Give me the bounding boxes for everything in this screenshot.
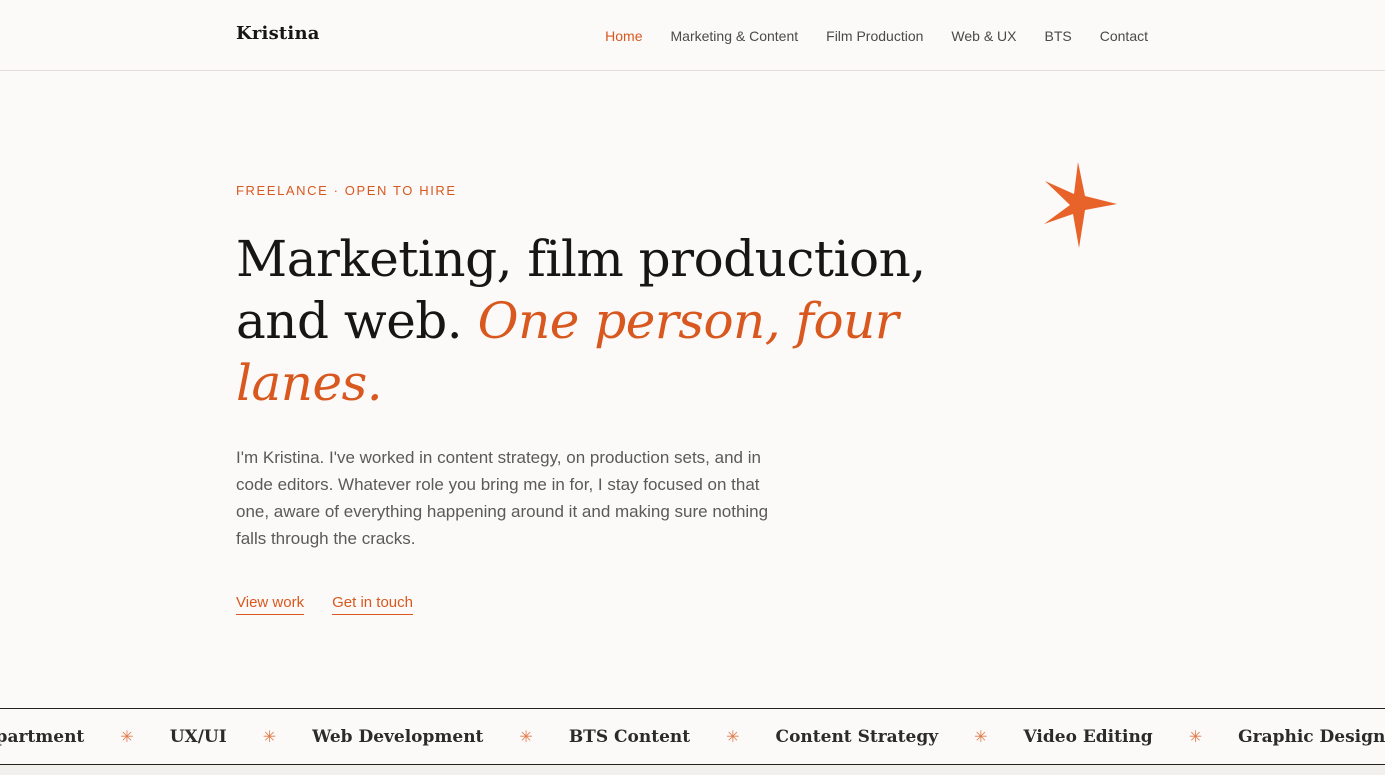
view-work-link[interactable]: View work [236, 594, 305, 615]
footer-strip [0, 765, 1385, 775]
asterisk-icon: ✳ [974, 728, 988, 746]
marquee-item-video-editing: Video Editing [1023, 726, 1153, 747]
hero-eyebrow: FREELANCE · OPEN TO HIRE [236, 183, 457, 198]
hero-headline: Marketing, film production, and web. One… [236, 228, 956, 414]
nav-item-marketing-content[interactable]: Marketing & Content [671, 27, 799, 45]
asterisk-icon: ✳ [120, 728, 134, 746]
main-nav: Home Marketing & Content Film Production… [605, 27, 1148, 45]
marquee-item-bts-content: BTS Content [568, 726, 691, 747]
nav-item-bts[interactable]: BTS [1045, 27, 1072, 45]
nav-item-contact[interactable]: Contact [1100, 27, 1148, 45]
marquee-item-ux-ui: UX/UI [169, 726, 227, 747]
marquee-item-department: Department [0, 726, 85, 747]
get-in-touch-link[interactable]: Get in touch [332, 594, 413, 615]
asterisk-icon: ✳ [726, 728, 740, 746]
hero-intro: I'm Kristina. I've worked in content str… [236, 448, 769, 548]
brand-logo[interactable]: Kristina [236, 23, 320, 44]
hero-cta-row: View work Get in touch [236, 594, 413, 615]
nav-item-film-production[interactable]: Film Production [826, 27, 923, 45]
marquee-item-content-strategy: Content Strategy [775, 726, 939, 747]
marquee-track: Department ✳ UX/UI ✳ Web Development ✳ B… [0, 709, 1385, 764]
nav-item-home[interactable]: Home [605, 27, 642, 45]
marquee-item-web-development: Web Development [312, 726, 484, 747]
marquee-item-graphic-design: Graphic Design [1238, 726, 1385, 747]
star-icon [1044, 162, 1117, 248]
nav-item-web-ux[interactable]: Web & UX [951, 27, 1016, 45]
skills-marquee: Department ✳ UX/UI ✳ Web Development ✳ B… [0, 708, 1385, 765]
site-header: Kristina Home Marketing & Content Film P… [0, 0, 1385, 71]
asterisk-icon: ✳ [1188, 728, 1203, 746]
asterisk-icon: ✳ [262, 728, 277, 746]
asterisk-icon: ✳ [519, 728, 533, 746]
